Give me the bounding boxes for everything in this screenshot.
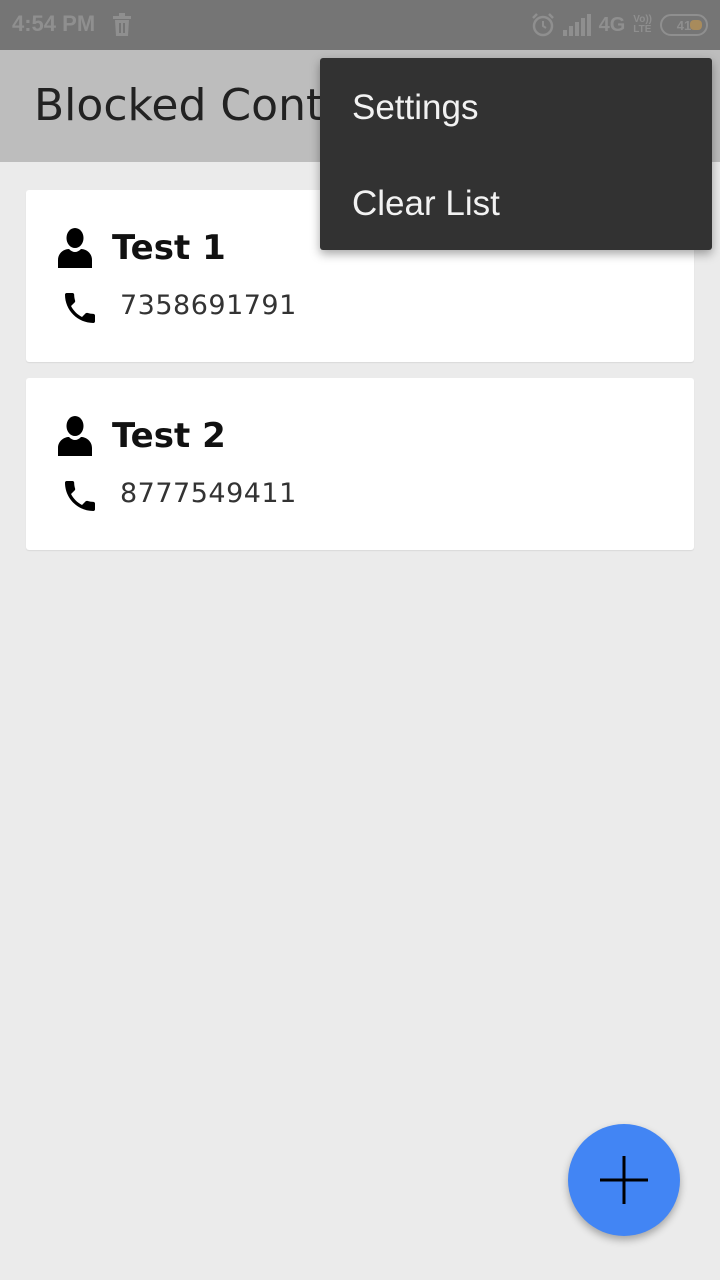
status-time: 4:54 PM: [12, 11, 96, 36]
volte-bottom: LTE: [633, 24, 652, 35]
network-type: 4G: [598, 13, 626, 36]
person-icon: [58, 228, 92, 268]
phone-icon: [65, 481, 95, 511]
trash-icon: [113, 13, 131, 36]
contact-number: 7358691791: [120, 290, 297, 321]
contact-card[interactable]: Test 2 8777549411: [26, 378, 694, 550]
battery-level: 41: [676, 17, 692, 33]
battery-icon: 41: [660, 14, 708, 36]
alarm-icon: [531, 13, 554, 37]
phone-icon: [65, 293, 95, 323]
contact-name: Test 1: [112, 228, 226, 268]
status-bar: 4:54 PM 4G Vo)) LTE 41: [0, 0, 720, 50]
contact-number: 8777549411: [120, 478, 297, 509]
signal-icon: [562, 14, 591, 36]
volte-indicator: Vo)) LTE: [633, 15, 652, 35]
plus-icon: [600, 1156, 648, 1204]
person-icon: [58, 416, 92, 456]
contact-name: Test 2: [112, 416, 226, 456]
menu-item-clear-list[interactable]: Clear List: [320, 156, 712, 252]
menu-item-settings[interactable]: Settings: [320, 60, 712, 156]
status-indicators: 4G Vo)) LTE 41: [531, 12, 708, 38]
overflow-menu: Settings Clear List: [320, 58, 712, 250]
battery-fill: [690, 20, 702, 30]
add-contact-button[interactable]: [568, 1124, 680, 1236]
